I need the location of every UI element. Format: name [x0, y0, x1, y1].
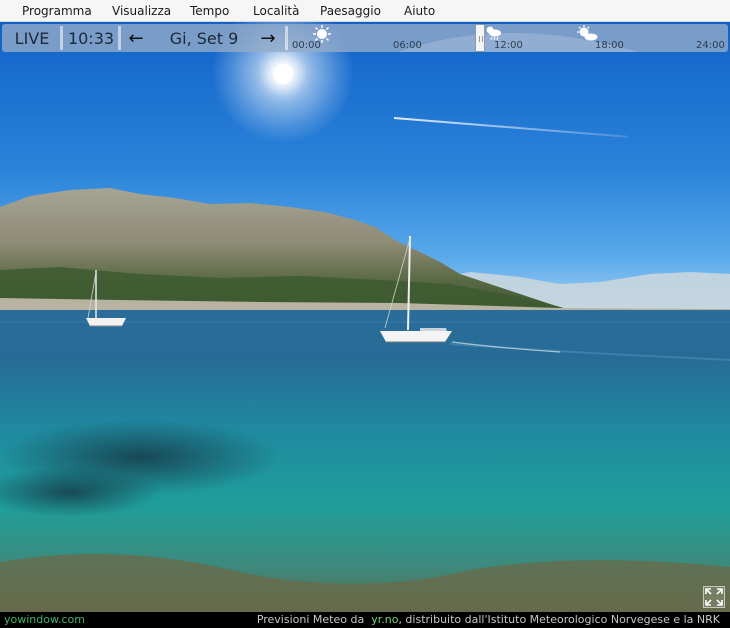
- time-slider-handle[interactable]: [475, 24, 485, 52]
- separator: [60, 26, 63, 50]
- arrow-left-icon[interactable]: ←: [122, 24, 150, 52]
- landscape-illustration: [0, 188, 730, 612]
- fullscreen-icon[interactable]: [703, 586, 725, 608]
- tick-label: 24:00: [696, 40, 725, 51]
- day-timeline[interactable]: 00:00 06:00 12:00 18:00 24:00: [288, 24, 728, 52]
- tick-label: 12:00: [494, 40, 523, 51]
- menu-programma[interactable]: Programma: [22, 4, 92, 18]
- forecast-credit: Previsioni Meteo da yr.no, distribuito d…: [257, 612, 720, 628]
- credit-prefix: Previsioni Meteo da: [256, 613, 372, 626]
- yr-link[interactable]: yr.no: [371, 613, 398, 626]
- menu-visualizza[interactable]: Visualizza: [112, 4, 171, 18]
- brand-link[interactable]: yowindow.com: [4, 612, 85, 628]
- tick-label: 06:00: [393, 40, 422, 51]
- time-control-panel: LIVE 10:33 ← Gi, Set 9 → 00:00 06:00 12:…: [2, 24, 728, 52]
- arrow-right-icon[interactable]: →: [254, 24, 282, 52]
- menu-tempo[interactable]: Tempo: [190, 4, 229, 18]
- menu-bar: Programma Visualizza Tempo Località Paes…: [0, 0, 730, 22]
- current-time[interactable]: 10:33: [64, 24, 118, 52]
- live-button[interactable]: LIVE: [4, 24, 60, 52]
- menu-localita[interactable]: Località: [253, 4, 300, 18]
- tick-label: 00:00: [292, 40, 321, 51]
- status-bar: yowindow.com Previsioni Meteo da yr.no, …: [0, 612, 730, 628]
- tick-label: 18:00: [595, 40, 624, 51]
- menu-aiuto[interactable]: Aiuto: [404, 4, 435, 18]
- credit-suffix: , distribuito dall'Istituto Meteorologic…: [398, 613, 720, 626]
- landscape-view[interactable]: [0, 22, 730, 612]
- menu-paesaggio[interactable]: Paesaggio: [320, 4, 381, 18]
- separator: [118, 26, 121, 50]
- current-date[interactable]: Gi, Set 9: [152, 24, 256, 52]
